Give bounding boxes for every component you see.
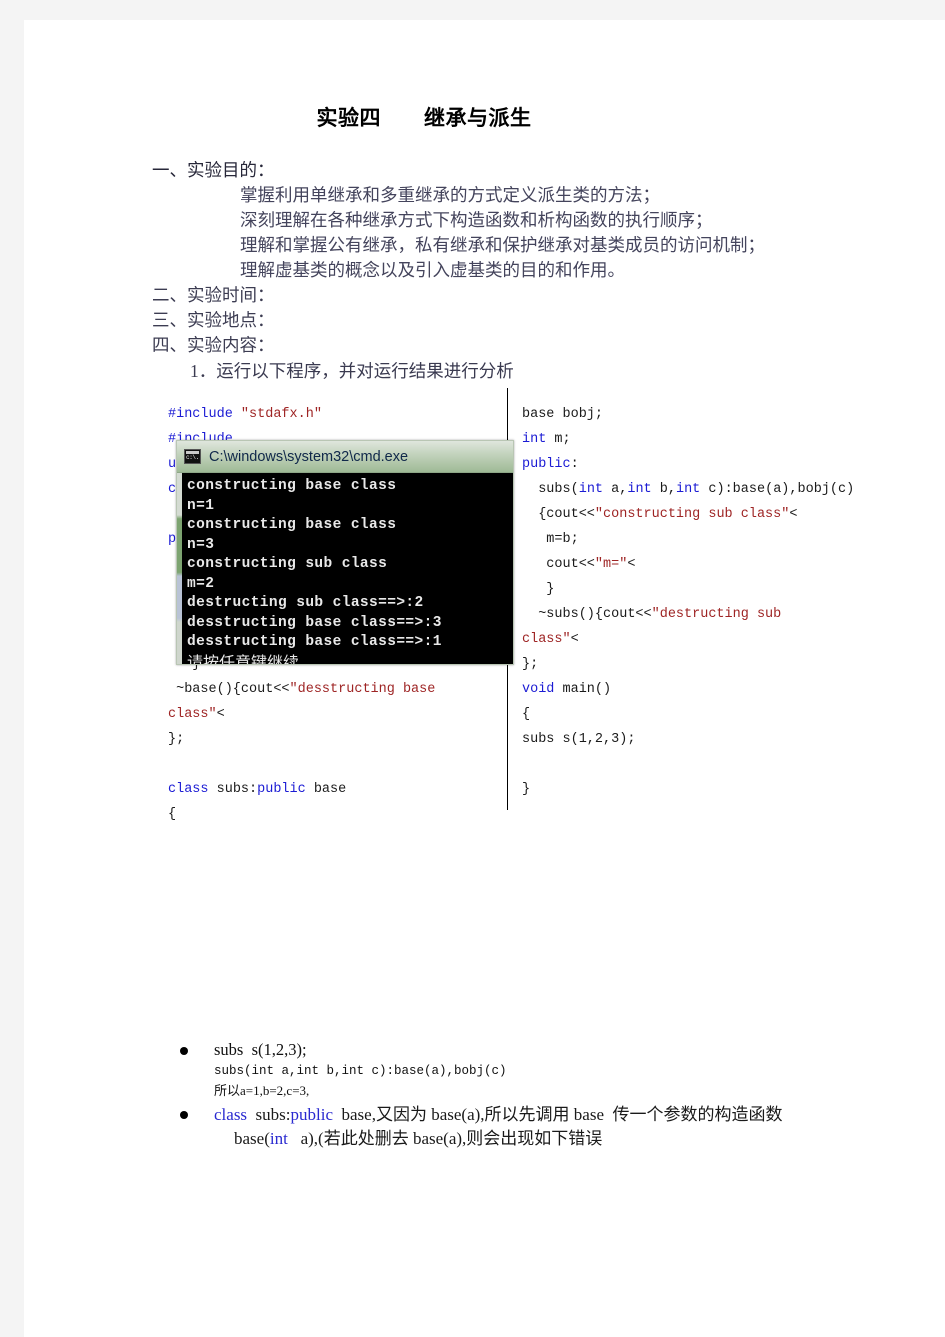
console-line: m=2	[187, 575, 215, 592]
section-heading-4: 四、实验内容：	[152, 335, 275, 355]
code-token: "desstructing base	[289, 681, 436, 697]
code-token: "stdafx.h"	[240, 406, 322, 422]
note-bullet-1: subs s(1,2,3); subs(int a,int b,int c):b…	[172, 1039, 912, 1101]
note-token: int	[269, 1129, 288, 1148]
code-token: base	[305, 781, 347, 797]
document-page: 实验四 继承与派生 一、实验目的： 掌握利用单继承和多重继承的方式定义派生类的方…	[24, 20, 945, 1337]
code-token: <	[570, 631, 579, 647]
note-token: a),(若此处删去 base(a),则会出现如下错误	[287, 1129, 603, 1148]
console-line: desstructing base class==>:1	[187, 634, 442, 650]
code-token: "destructing sub	[651, 606, 782, 622]
console-prompt-line: 请按任意键继续. . .	[183, 652, 513, 665]
console-line-group: constructing base class n=1 constructing b…	[183, 477, 513, 653]
code-token: "m="	[594, 556, 628, 572]
note-2-line-2: base(int a),(若此处删去 base(a),则会出现如下错误	[214, 1127, 912, 1151]
code-token: "constructing sub class"	[594, 506, 790, 522]
code-token: <	[216, 706, 225, 722]
console-line: constructing sub class	[187, 556, 388, 572]
console-cursor	[333, 663, 343, 664]
note-token: base,又因为 base(a),所以先调用 base 传一个参数的构造函数	[333, 1105, 783, 1124]
note-token: base(	[234, 1129, 270, 1148]
console-line: constructing base class	[187, 478, 397, 494]
console-line: destructing sub class==>:2	[187, 595, 424, 611]
bullet-dot-icon	[180, 1111, 188, 1119]
console-output: constructing base class n=1 constructing b…	[177, 473, 513, 664]
code-token: int	[578, 481, 604, 497]
code-token: subs:	[208, 781, 258, 797]
code-token: public	[257, 781, 306, 797]
code-token: subs(	[522, 481, 579, 497]
code-token: {	[168, 806, 177, 822]
console-line: n=3	[187, 536, 215, 553]
code-token: c):base(a),bobj(c)	[700, 481, 855, 497]
outline-list: 一、实验目的： 掌握利用单继承和多重继承的方式定义派生类的方法； 深刻理解在各种…	[152, 158, 872, 385]
console-title-text: C:\windows\system32\cmd.exe	[209, 448, 409, 465]
code-column-right: base bobj; int m; public: subs(int a,int…	[522, 402, 872, 802]
objective-item-3: 理解和掌握公有继承，私有继承和保护继承对基类成员的访问机制；	[240, 235, 765, 255]
code-token: }	[522, 581, 555, 597]
code-token: };	[522, 656, 539, 672]
code-token: a,	[603, 481, 628, 497]
console-titlebar: C:\windows\system32\cmd.exe	[177, 441, 513, 473]
code-token: public	[522, 456, 571, 472]
console-prompt-text: 请按任意键继续. . .	[187, 652, 330, 665]
code-token: ~subs(){cout<<	[522, 606, 652, 622]
console-scrollbar	[177, 473, 182, 664]
objective-item-1: 掌握利用单继承和多重继承的方式定义派生类的方法；	[240, 185, 660, 205]
code-token: main()	[554, 681, 612, 697]
analysis-notes: subs s(1,2,3); subs(int a,int b,int c):b…	[172, 1039, 912, 1153]
note-bullet-2: class subs:public base,又因为 base(a),所以先调用…	[172, 1103, 912, 1151]
code-token: class"	[168, 706, 217, 722]
code-token: class	[168, 781, 209, 797]
objective-item-2: 深刻理解在各种继承方式下构造函数和析构函数的执行顺序；	[240, 210, 713, 230]
note-token: class	[214, 1105, 248, 1124]
console-window-screenshot: C:\windows\system32\cmd.exe constructing…	[176, 440, 514, 665]
code-token: <	[789, 506, 798, 522]
code-token: m;	[546, 431, 571, 447]
content-item-1: 1．运行以下程序，并对运行结果进行分析	[190, 361, 514, 381]
console-line: desstructing base class==>:3	[187, 614, 442, 631]
section-heading-2: 二、实验时间：	[152, 285, 275, 305]
code-token: int	[675, 481, 701, 497]
code-token: ~base(){cout<<	[168, 681, 290, 697]
code-token: }	[522, 781, 531, 797]
code-token: subs s(1,2,3);	[522, 731, 636, 747]
code-token: };	[168, 731, 185, 747]
code-token: <	[627, 556, 636, 572]
note-1-main: subs s(1,2,3);	[214, 1040, 307, 1059]
code-token: cout<<	[522, 556, 595, 572]
code-token: b,	[651, 481, 676, 497]
section-heading-1: 一、实验目的：	[152, 160, 275, 180]
note-1-code2: 所以a=1,b=2,c=3,	[214, 1083, 310, 1098]
note-1-code: subs(int a,int b,int c):base(a),bobj(c)	[214, 1064, 507, 1078]
bullet-dot-icon	[180, 1047, 188, 1055]
note-2-line-1: class subs:public base,又因为 base(a),所以先调用…	[214, 1103, 912, 1127]
cmd-icon	[184, 449, 201, 464]
code-token: m=b;	[522, 531, 579, 547]
code-token: {cout<<	[522, 506, 595, 522]
code-token: :	[570, 456, 579, 472]
page-title: 实验四 继承与派生	[316, 106, 532, 130]
code-token: int	[522, 431, 547, 447]
note-token: subs:	[247, 1105, 291, 1124]
code-token: base bobj;	[522, 406, 604, 422]
code-token: int	[627, 481, 652, 497]
objective-item-4: 理解虚基类的概念以及引入虚基类的目的和作用。	[240, 260, 625, 280]
section-heading-3: 三、实验地点：	[152, 310, 275, 330]
code-token: void	[522, 681, 555, 697]
console-line: constructing base class	[187, 517, 397, 533]
note-token: public	[290, 1105, 334, 1124]
console-line: n=1	[187, 497, 215, 514]
code-token: class"	[522, 631, 571, 647]
code-token: {	[522, 706, 531, 722]
code-token: #include	[168, 406, 241, 422]
